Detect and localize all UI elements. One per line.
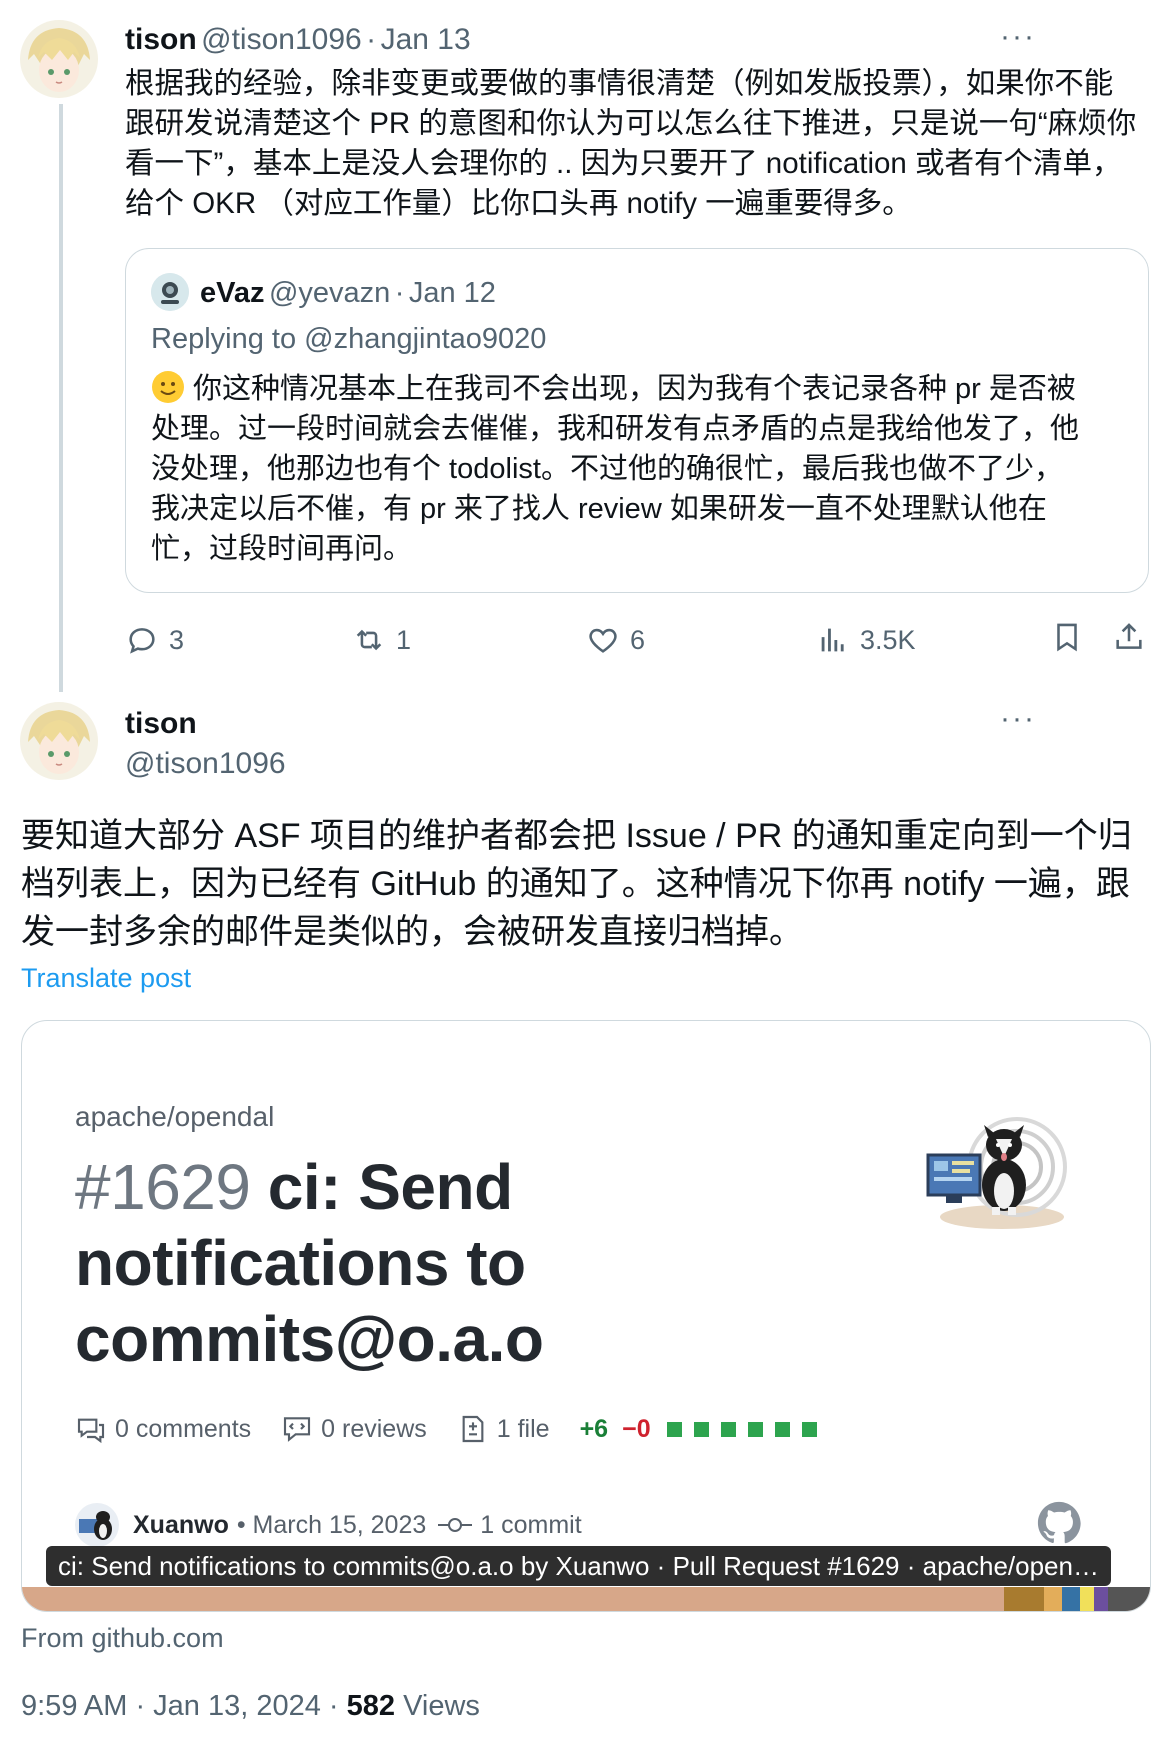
pr-title: #1629 ci: Send notifications to commits@… <box>75 1149 695 1377</box>
reply-button[interactable]: 3 <box>125 620 184 660</box>
tweet-timestamp[interactable]: 9:59 AM · Jan 13, 2024 · <box>21 1690 347 1722</box>
review-icon <box>284 1417 311 1442</box>
commit-count: 1 commit <box>480 1510 582 1539</box>
repost-button[interactable]: 1 <box>352 620 411 660</box>
comments-count: 0 comments <box>115 1414 252 1443</box>
heart-icon <box>589 628 617 653</box>
diff-square <box>801 1421 817 1437</box>
tweet-actions: 3 1 6 3.5K <box>0 620 1172 660</box>
author-avatar <box>75 1503 119 1547</box>
thread-connector <box>59 104 63 692</box>
pr-author: Xuanwo <box>133 1510 229 1539</box>
link-source[interactable]: From github.com <box>21 1620 224 1656</box>
diff-square <box>666 1421 682 1437</box>
tweet-view-count: 582 <box>346 1690 396 1722</box>
link-tooltip: ci: Send notifications to commits@o.a.o … <box>46 1546 1111 1586</box>
views-button[interactable]: 3.5K <box>816 620 916 660</box>
diff-square <box>720 1421 736 1437</box>
views-label: Views <box>395 1690 480 1722</box>
additions: +6 <box>579 1414 609 1443</box>
bookmark-icon <box>1057 623 1077 652</box>
reviews-stat: 0 reviews <box>281 1413 427 1445</box>
repost-icon <box>356 629 382 651</box>
bookmark-button[interactable] <box>1050 620 1084 654</box>
avatar[interactable] <box>20 20 98 98</box>
language-bar-segment <box>1004 1587 1044 1611</box>
language-bar-segment <box>1062 1587 1080 1611</box>
views-count: 3.5K <box>860 625 916 655</box>
pr-number: #1629 <box>75 1151 251 1223</box>
comment-icon <box>77 1418 105 1444</box>
analytics-icon <box>821 628 844 652</box>
diff-square <box>774 1421 790 1437</box>
separator-dot: · <box>394 277 405 309</box>
quoted-header: eVaz @yevazn · Jan 12 <box>200 275 496 316</box>
diff-stat: +6 −0 <box>580 1415 821 1444</box>
comments-stat: 0 comments <box>75 1413 251 1445</box>
repost-count: 1 <box>396 625 412 655</box>
author-name[interactable]: tison <box>125 706 197 742</box>
quoted-date: Jan 12 <box>408 277 496 309</box>
pr-stats: 0 comments 0 reviews 1 file +6 −0 <box>75 1413 851 1445</box>
file-diff-icon <box>462 1415 484 1443</box>
deletions: −0 <box>622 1414 651 1443</box>
quoted-text: 你这种情况基本上在我司不会出现，因为我有个表记录各种 pr 是否被 处理。过一段… <box>151 369 1141 569</box>
link-preview-card[interactable]: apache/opendal #1629 ci: Send notificati… <box>21 1020 1151 1612</box>
files-count: 1 file <box>496 1414 550 1443</box>
diff-square <box>747 1421 763 1437</box>
quoted-text-body: 你这种情况基本上在我司不会出现，因为我有个表记录各种 pr 是否被 处理。过一段… <box>151 373 1080 565</box>
author-handle[interactable]: @tison1096 <box>201 23 362 56</box>
pr-author-row: Xuanwo • March 15, 2023 1 commit <box>75 1503 582 1547</box>
tweet-text: 要知道大部分 ASF 项目的维护者都会把 Issue / PR 的通知重定向到一… <box>21 817 1132 951</box>
replying-to: Replying to @zhangjintao9020 <box>151 323 547 355</box>
diff-square <box>693 1421 709 1437</box>
quoted-tweet[interactable]: eVaz @yevazn · Jan 12 Replying to @zhang… <box>125 248 1149 593</box>
repo-name: apache/opendal <box>75 1101 275 1132</box>
tweet-text: 根据我的经验，除非变更或要做的事情很清楚（例如发版投票），如果你不能 跟研发说清… <box>125 67 1137 220</box>
reply-count: 3 <box>169 625 185 655</box>
opendal-dog-illustration <box>922 1107 1072 1237</box>
tweet-header: tison @tison1096 · Jan 13 <box>125 22 471 63</box>
smile-emoji-icon <box>152 371 184 403</box>
quoted-author-handle: @yevazn <box>268 277 391 309</box>
more-options-icon[interactable]: ··· <box>1000 20 1036 54</box>
translate-post-link[interactable]: Translate post <box>21 960 191 996</box>
language-color-bar <box>22 1587 1150 1611</box>
tweet-date[interactable]: Jan 13 <box>381 23 471 56</box>
language-bar-segment <box>1044 1587 1062 1611</box>
author-handle[interactable]: @tison1096 <box>125 746 286 782</box>
share-icon <box>1116 623 1142 649</box>
commit-icon <box>438 1518 473 1532</box>
quoted-author-name: eVaz <box>200 277 265 309</box>
avatar[interactable] <box>20 702 98 780</box>
language-bar-segment <box>1080 1587 1094 1611</box>
more-options-icon[interactable]: ··· <box>1000 702 1036 736</box>
language-bar-segment <box>1094 1587 1108 1611</box>
reply-icon <box>129 628 155 654</box>
github-icon <box>1037 1501 1081 1544</box>
files-stat: 1 file <box>457 1413 550 1445</box>
tweet-meta: 9:59 AM · Jan 13, 2024 · 582 Views <box>21 1686 480 1726</box>
separator-dot: · <box>366 23 377 56</box>
pr-date: • March 15, 2023 <box>236 1510 427 1539</box>
share-button[interactable] <box>1112 620 1146 654</box>
like-button[interactable]: 6 <box>586 620 645 660</box>
like-count: 6 <box>630 625 646 655</box>
author-name[interactable]: tison <box>125 23 197 56</box>
language-bar-segment <box>1108 1587 1150 1611</box>
quoted-avatar <box>151 273 189 311</box>
reviews-count: 0 reviews <box>321 1414 427 1443</box>
